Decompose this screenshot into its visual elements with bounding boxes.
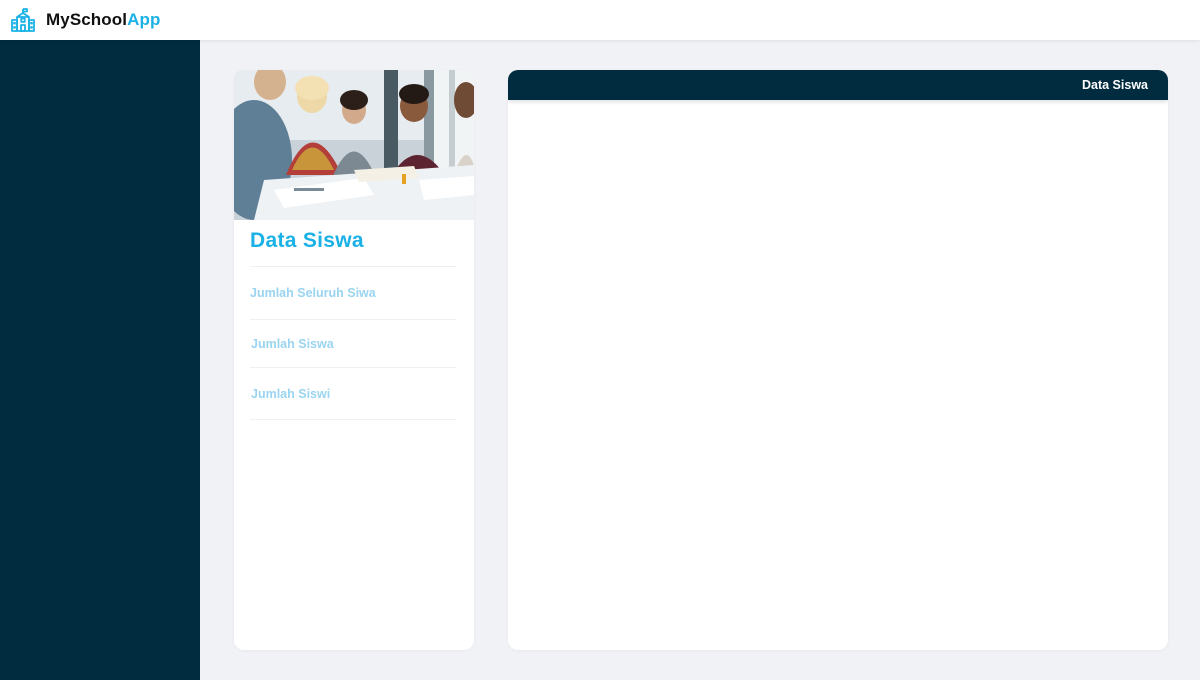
stats-list: Jumlah Seluruh Siwa Jumlah Siswa Jumlah … <box>250 266 456 420</box>
students-studying-photo <box>234 70 474 220</box>
sidebar <box>0 40 200 680</box>
top-navbar: MySchoolApp <box>0 0 1200 40</box>
data-siswa-panel: Data Siswa <box>508 70 1168 650</box>
brand-primary-text: MySchool <box>46 10 128 29</box>
school-building-icon[interactable] <box>10 7 36 33</box>
brand-accent-text: App <box>127 10 161 29</box>
panel-header: Data Siswa <box>508 70 1168 100</box>
app-brand[interactable]: MySchoolApp <box>46 10 160 30</box>
list-item-jumlah-siswi[interactable]: Jumlah Siswi <box>250 367 456 420</box>
card-title: Data Siswa <box>250 229 364 252</box>
list-item-jumlah-seluruh-siswa[interactable]: Jumlah Seluruh Siwa <box>250 266 456 319</box>
panel-header-title: Data Siswa <box>1081 78 1148 92</box>
list-item-jumlah-siswa[interactable]: Jumlah Siswa <box>250 319 456 367</box>
data-siswa-card: Data Siswa Jumlah Seluruh Siwa Jumlah Si… <box>234 70 474 650</box>
